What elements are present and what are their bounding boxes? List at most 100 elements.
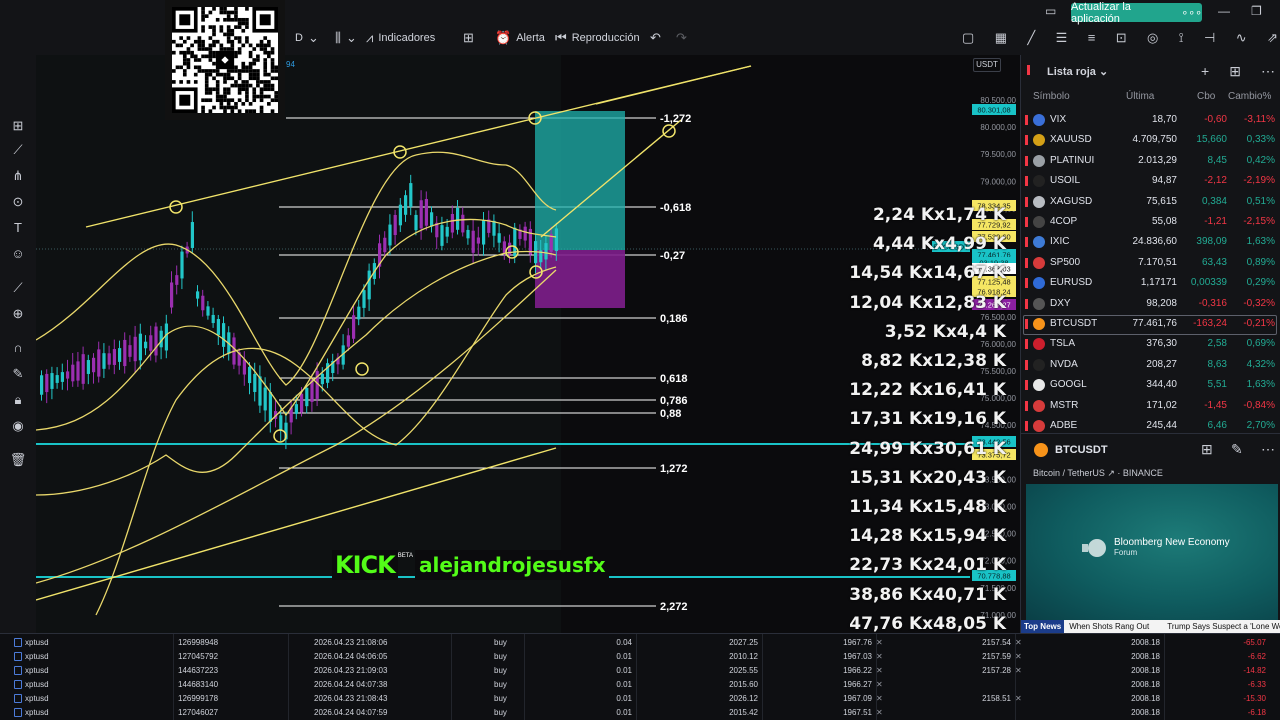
parallel-channel-icon[interactable]: ≡ (1088, 30, 1096, 48)
ratio-label: 11,34 Kx15,48 K (849, 497, 1006, 517)
ruler-tool-icon[interactable]: ⟋ (9, 279, 27, 297)
close-icon[interactable]: ✕ (1015, 666, 1022, 675)
trendline-tool-icon[interactable]: ⟋ (9, 141, 27, 159)
order-sl: 1967.09 (843, 694, 872, 703)
lock-icon[interactable]: 🔒︎ (9, 391, 27, 409)
order-row[interactable]: xptusd 126998948 2026.04.23 21:08:06 buy 0.0… (0, 636, 1280, 650)
qr-module (193, 72, 198, 77)
brush-icon[interactable]: ⊙ (9, 193, 27, 211)
watchlist-row[interactable]: VIX 18,70 -0,60 -3,11% (1021, 110, 1280, 130)
order-row[interactable]: xptusd 144637223 2026.04.23 21:09:03 buy 0.0… (0, 664, 1280, 678)
pitchfork-icon[interactable]: ⋔ (9, 167, 27, 185)
close-icon[interactable]: ✕ (876, 680, 883, 689)
circle-icon[interactable]: ◎ (1147, 30, 1158, 48)
eye-icon[interactable]: ◉ (9, 417, 27, 435)
qr-module (234, 17, 238, 22)
fib-icon[interactable]: ☰ (1056, 30, 1068, 48)
zoom-icon[interactable]: ⊕ (9, 305, 27, 323)
watchlist-row[interactable]: IXIC 24.836,60 398,09 1,63% (1021, 232, 1280, 252)
close-icon[interactable]: ✕ (1015, 638, 1022, 647)
candle-body (242, 359, 246, 375)
candle-body (97, 349, 101, 377)
more-icon[interactable]: ⋯ (1261, 63, 1275, 80)
magnet-icon[interactable]: ∩ (9, 339, 27, 357)
layouts-button[interactable]: ⊞ (463, 28, 474, 48)
close-icon[interactable]: ✕ (876, 638, 883, 647)
alert-button[interactable]: ⏰ Alerta (495, 28, 545, 48)
edit-icon[interactable]: ✎ (1231, 441, 1243, 458)
minimize-icon[interactable]: — (1218, 4, 1230, 18)
order-row[interactable]: xptusd 127046027 2026.04.24 04:07:59 buy 0.0… (0, 706, 1280, 720)
chart-type-button[interactable]: ⫼ ⌄ (335, 28, 357, 48)
qr-module (234, 10, 238, 15)
wave-icon[interactable]: ∿ (1236, 30, 1247, 48)
path-icon[interactable]: ⟟ (1179, 30, 1184, 48)
news-video[interactable]: Bloomberg New Economy Forum (1026, 484, 1278, 620)
watchlist-row[interactable]: SP500 7.170,51 63,43 0,89% (1021, 253, 1280, 273)
qr-module (259, 39, 264, 44)
projection-icon[interactable]: ⇗ (1267, 30, 1278, 48)
qr-module (223, 80, 227, 84)
symbol-logo-icon (1033, 256, 1045, 269)
close-icon[interactable]: ✕ (876, 694, 883, 703)
watchlist-row[interactable]: XAUUSD 4.709,750 15,660 0,33% (1021, 130, 1280, 150)
watchlist-row[interactable]: USOIL 94,87 -2,12 -2,19% (1021, 171, 1280, 191)
close-icon[interactable]: ✕ (876, 652, 883, 661)
pencil-lock-icon[interactable]: ✎ (9, 365, 27, 383)
col-last[interactable]: Última (1126, 91, 1154, 102)
screen-icon[interactable]: ▭ (1045, 4, 1056, 18)
order-row[interactable]: xptusd 127045792 2026.04.24 04:06:05 buy 0.0… (0, 650, 1280, 664)
chart-canvas[interactable]: -1,272 -0,618 -0,27 0,186 0,618 0,7860,88 1,27… (36, 55, 1020, 633)
layout-icon[interactable]: ⊞ (1201, 441, 1213, 458)
layout-icon[interactable]: ⊞ (1229, 63, 1241, 80)
watchlist-row[interactable]: EURUSD 1,17171 0,00339 0,29% (1021, 273, 1280, 293)
watchlist-row[interactable]: GOOGL 344,40 5,51 1,63% (1021, 375, 1280, 395)
undo-button[interactable]: ↶ (650, 28, 661, 48)
watchlist-row[interactable]: DXY 98,208 -0,316 -0,32% (1021, 294, 1280, 314)
indicators-button[interactable]: ⩘ Indicadores (366, 28, 435, 48)
close-icon[interactable]: ✕ (1015, 694, 1022, 703)
col-symbol[interactable]: Símbolo (1033, 91, 1070, 102)
trash-icon[interactable]: 🗑︎ (9, 451, 27, 469)
watchlist-row[interactable]: TSLA 376,30 2,58 0,69% (1021, 334, 1280, 354)
rectangle-icon[interactable]: ⊡ (1116, 30, 1127, 48)
emoji-icon[interactable]: ☺ (9, 245, 27, 263)
watchlist-row[interactable]: MSTR 171,02 -1,45 -0,84% (1021, 396, 1280, 416)
square-icon[interactable]: ▢ (962, 30, 974, 48)
watchlist-row[interactable]: 4COP 55,08 -1,21 -2,15% (1021, 212, 1280, 232)
price-chart[interactable]: -1,272 -0,618 -0,27 0,186 0,618 0,786 0,88 1,27… (36, 55, 1020, 633)
add-icon[interactable]: + (1201, 63, 1209, 80)
close-icon[interactable]: ✕ (876, 666, 883, 675)
qr-module (223, 91, 227, 95)
trendline-icon[interactable]: ╱ (1027, 30, 1035, 48)
col-change[interactable]: Cbo (1197, 91, 1215, 102)
currency-selector[interactable]: USDT (973, 58, 1001, 72)
ruler-icon[interactable]: ⊣ (1204, 30, 1215, 48)
symbol-logo-icon (1033, 399, 1045, 412)
crosshair-icon[interactable]: ⊞ (9, 117, 27, 135)
update-app-button[interactable]: Actualizar la aplicación ∘∘∘ (1071, 1, 1202, 25)
details-subtitle[interactable]: Bitcoin / TetherUS ↗ · BINANCE (1033, 468, 1163, 479)
watchlist-row[interactable]: PLATINUI 2.013,29 8,45 0,42% (1021, 151, 1280, 171)
redo-button[interactable]: ↷ (676, 28, 687, 48)
watchlist-row[interactable]: XAGUSD 75,615 0,384 0,51% (1021, 192, 1280, 212)
qr-module (252, 87, 257, 92)
maximize-icon[interactable]: ❐ (1251, 4, 1262, 18)
order-row[interactable]: xptusd 144683140 2026.04.24 04:07:38 buy 0.0… (0, 678, 1280, 692)
pattern-icon[interactable]: ▦ (995, 30, 1007, 48)
close-icon[interactable]: ✕ (876, 708, 883, 717)
watchlist-title[interactable]: Lista roja ⌄ (1047, 65, 1108, 78)
watchlist-row[interactable]: NVDA 208,27 8,63 4,32% (1021, 355, 1280, 375)
text-icon[interactable]: T (9, 219, 27, 237)
interval-selector[interactable]: D ⌄ (295, 28, 319, 48)
order-open: 2025.55 (729, 666, 758, 675)
close-icon[interactable]: ✕ (1015, 652, 1022, 661)
qr-module (215, 98, 220, 103)
replay-button[interactable]: ⏮ Reproducción (555, 28, 640, 48)
watchlist-symbol: USOIL (1050, 175, 1081, 187)
qr-module (197, 47, 202, 51)
qr-module (252, 76, 257, 81)
more-icon[interactable]: ⋯ (1261, 441, 1275, 458)
col-change-pct[interactable]: Cambio% (1228, 91, 1271, 102)
order-row[interactable]: xptusd 126999178 2026.04.23 21:08:43 buy 0.0… (0, 692, 1280, 706)
